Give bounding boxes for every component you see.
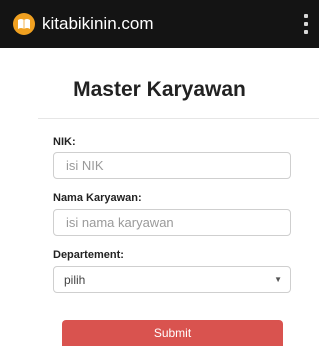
page-title: Master Karyawan — [73, 78, 246, 101]
nama-karyawan-input[interactable] — [53, 209, 291, 236]
nama-karyawan-label: Nama Karyawan: — [53, 192, 142, 204]
departement-selected-value: pilih — [64, 272, 86, 287]
app-bar: kitabikinin.com — [0, 0, 319, 48]
departement-select[interactable]: pilih ▼ — [53, 266, 291, 293]
nik-input[interactable] — [53, 152, 291, 179]
book-logo-icon — [13, 13, 35, 35]
submit-button[interactable]: Submit — [62, 320, 283, 346]
caret-down-icon: ▼ — [274, 275, 282, 284]
nik-label: NIK: — [53, 136, 76, 148]
app-title: kitabikinin.com — [42, 14, 154, 33]
overflow-menu-icon[interactable] — [303, 14, 309, 34]
departement-label: Departement: — [53, 249, 124, 261]
divider — [38, 118, 319, 119]
